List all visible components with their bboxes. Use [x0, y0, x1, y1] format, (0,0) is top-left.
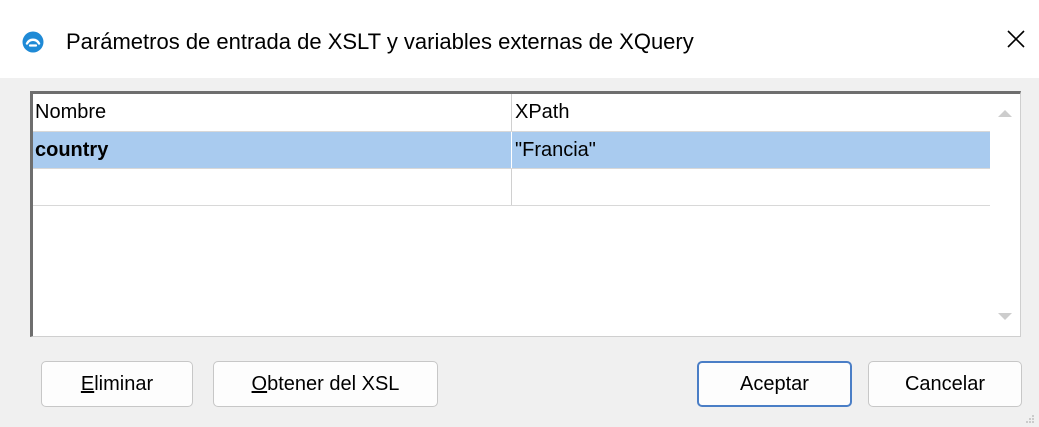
parameters-grid[interactable]: Nombre XPath country "Francia" — [30, 91, 1021, 337]
eliminar-button[interactable]: Eliminar — [41, 361, 193, 407]
close-button[interactable] — [993, 19, 1039, 63]
column-header-xpath[interactable]: XPath — [512, 94, 991, 131]
grid-body: Nombre XPath country "Francia" — [33, 94, 991, 336]
table-row-new[interactable] — [33, 169, 991, 206]
title-bar: Parámetros de entrada de XSLT y variable… — [0, 0, 1039, 78]
obtener-label: btener del XSL — [267, 372, 400, 395]
app-icon — [22, 31, 44, 53]
aceptar-button[interactable]: Aceptar — [697, 361, 852, 407]
eliminar-accel-key: E — [80, 372, 95, 395]
eliminar-label: liminar — [94, 372, 154, 395]
scroll-down-arrow-icon[interactable] — [998, 313, 1012, 320]
resize-grip-icon[interactable] — [1025, 411, 1035, 423]
dialog-title: Parámetros de entrada de XSLT y variable… — [66, 29, 694, 54]
grid-header-row: Nombre XPath — [33, 94, 991, 132]
table-row[interactable]: country "Francia" — [33, 132, 991, 169]
column-header-name[interactable]: Nombre — [33, 94, 512, 131]
xslt-parameters-dialog: Parámetros de entrada de XSLT y variable… — [0, 0, 1039, 427]
parameter-name-cell[interactable]: country — [33, 132, 512, 168]
close-icon — [1006, 29, 1026, 54]
cancelar-button[interactable]: Cancelar — [868, 361, 1022, 407]
parameter-xpath-cell[interactable]: "Francia" — [512, 132, 991, 168]
obtener-accel-key: O — [251, 372, 268, 395]
vertical-scrollbar[interactable] — [990, 94, 1020, 336]
parameter-xpath-cell-empty[interactable] — [512, 169, 991, 205]
scroll-up-arrow-icon[interactable] — [998, 110, 1012, 117]
obtener-del-xsl-button[interactable]: Obtener del XSL — [213, 361, 438, 407]
parameter-name-cell-empty[interactable] — [33, 169, 512, 205]
